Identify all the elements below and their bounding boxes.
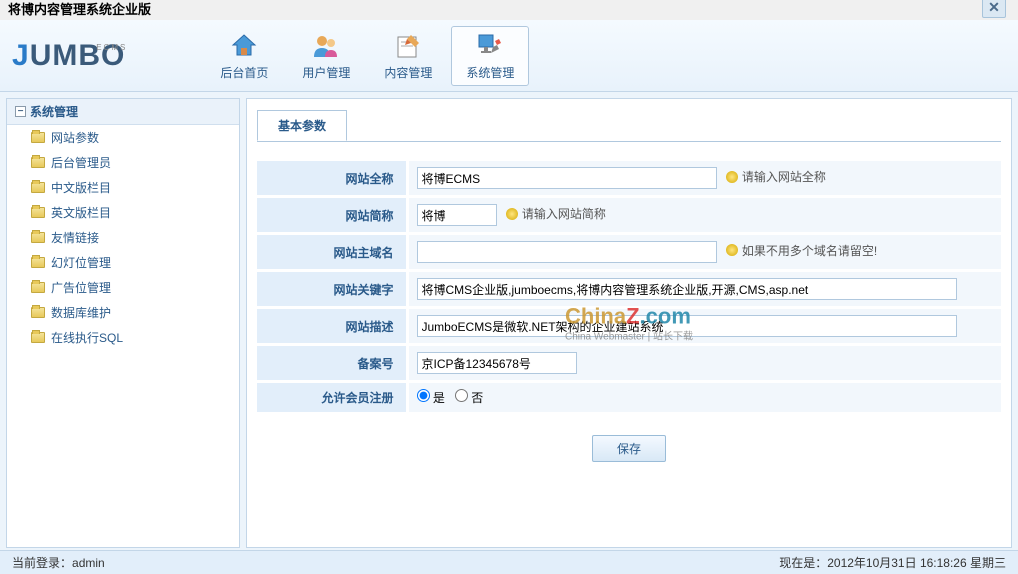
app-header: JUMBO ECMS 后台首页 用户管理 内容管理 系统管理 — [0, 20, 1018, 92]
nav-label: 用户管理 — [302, 64, 350, 81]
nav-label: 后台首页 — [220, 64, 268, 81]
radio-no-wrap[interactable]: 否 — [455, 391, 483, 405]
label-icp: 备案号 — [257, 345, 407, 382]
nav-system[interactable]: 系统管理 — [451, 26, 529, 86]
input-description[interactable] — [417, 315, 957, 337]
folder-icon — [31, 332, 45, 343]
users-icon — [310, 30, 342, 62]
hint: 请输入网站简称 — [506, 205, 606, 222]
folder-icon — [31, 207, 45, 218]
system-icon — [474, 30, 506, 62]
label-site-name: 网站全称 — [257, 161, 407, 197]
collapse-icon[interactable]: − — [15, 106, 26, 117]
label-site-short: 网站简称 — [257, 197, 407, 234]
sidebar: − 系统管理 网站参数 后台管理员 中文版栏目 英文版栏目 友情链接 幻灯位管理… — [6, 98, 240, 548]
sidebar-item-en-columns[interactable]: 英文版栏目 — [7, 200, 239, 225]
radio-no[interactable] — [455, 389, 468, 402]
sidebar-item-links[interactable]: 友情链接 — [7, 225, 239, 250]
bulb-icon — [726, 171, 738, 183]
sidebar-header[interactable]: − 系统管理 — [7, 99, 239, 125]
main-nav: 后台首页 用户管理 内容管理 系统管理 — [205, 26, 529, 86]
label-domain: 网站主域名 — [257, 234, 407, 271]
radio-yes[interactable] — [417, 389, 430, 402]
input-domain[interactable] — [417, 241, 717, 263]
folder-icon — [31, 132, 45, 143]
bulb-icon — [506, 208, 518, 220]
content-panel: 基本参数 网站全称 请输入网站全称 网站简称 请输入网站简称 网站主域名 — [246, 98, 1012, 548]
sidebar-title: 系统管理 — [30, 103, 78, 120]
home-icon — [228, 30, 260, 62]
folder-icon — [31, 157, 45, 168]
sidebar-item-sql[interactable]: 在线执行SQL — [7, 325, 239, 350]
nav-users[interactable]: 用户管理 — [287, 26, 365, 86]
hint: 如果不用多个域名请留空! — [726, 242, 877, 259]
sidebar-item-site-params[interactable]: 网站参数 — [7, 125, 239, 150]
radio-yes-wrap[interactable]: 是 — [417, 391, 445, 405]
folder-icon — [31, 182, 45, 193]
sidebar-item-admins[interactable]: 后台管理员 — [7, 150, 239, 175]
bulb-icon — [726, 244, 738, 256]
content-icon — [392, 30, 424, 62]
sidebar-item-db[interactable]: 数据库维护 — [7, 300, 239, 325]
app-logo: JUMBO ECMS — [12, 39, 125, 73]
nav-home[interactable]: 后台首页 — [205, 26, 283, 86]
logo-subtext: ECMS — [96, 43, 127, 52]
sidebar-item-cn-columns[interactable]: 中文版栏目 — [7, 175, 239, 200]
status-bar: 当前登录：admin 现在是：2012年10月31日 16:18:26 星期三 — [0, 550, 1018, 574]
folder-icon — [31, 232, 45, 243]
save-row: 保存 — [257, 415, 1001, 482]
label-allow-reg: 允许会员注册 — [257, 382, 407, 414]
sidebar-item-slides[interactable]: 幻灯位管理 — [7, 250, 239, 275]
label-keywords: 网站关键字 — [257, 271, 407, 308]
input-icp[interactable] — [417, 352, 577, 374]
folder-icon — [31, 282, 45, 293]
status-login: 当前登录：admin — [12, 554, 105, 571]
folder-icon — [31, 307, 45, 318]
nav-label: 系统管理 — [466, 64, 514, 81]
save-button[interactable]: 保存 — [592, 435, 666, 462]
folder-icon — [31, 257, 45, 268]
label-description: 网站描述 — [257, 308, 407, 345]
nav-label: 内容管理 — [384, 64, 432, 81]
tab-basic-params[interactable]: 基本参数 — [257, 110, 347, 141]
input-site-short[interactable] — [417, 204, 497, 226]
main-area: − 系统管理 网站参数 后台管理员 中文版栏目 英文版栏目 友情链接 幻灯位管理… — [0, 92, 1018, 550]
content-tabs: 基本参数 — [257, 110, 1001, 142]
sidebar-item-ads[interactable]: 广告位管理 — [7, 275, 239, 300]
input-keywords[interactable] — [417, 278, 957, 300]
window-close-button[interactable]: ✕ — [982, 0, 1006, 18]
settings-form: 网站全称 请输入网站全称 网站简称 请输入网站简称 网站主域名 如果不用多个域名… — [257, 161, 1001, 415]
nav-content[interactable]: 内容管理 — [369, 26, 447, 86]
window-title: 将博内容管理系统企业版 — [8, 2, 151, 17]
hint: 请输入网站全称 — [726, 168, 826, 185]
window-title-bar: 将博内容管理系统企业版 ✕ — [0, 0, 1018, 20]
input-site-name[interactable] — [417, 167, 717, 189]
status-now: 现在是：2012年10月31日 16:18:26 星期三 — [779, 554, 1006, 571]
